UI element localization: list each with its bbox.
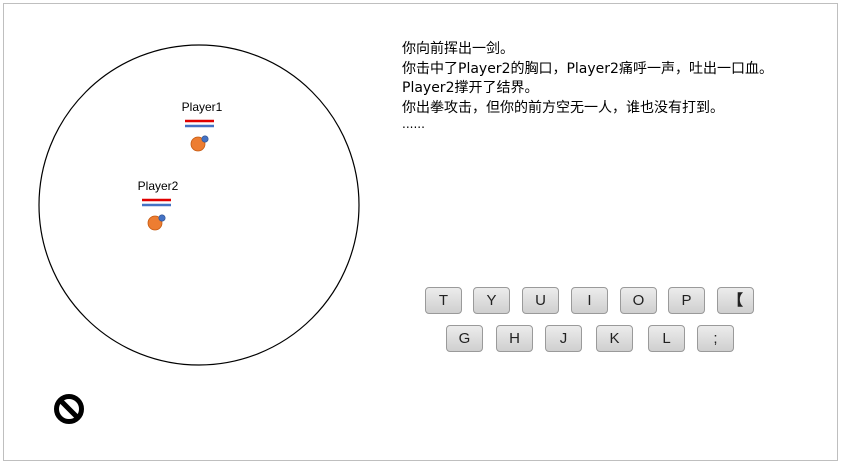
player-2-name: Player2 [138, 179, 179, 193]
key-l[interactable]: L [648, 325, 685, 352]
log-line: 你向前挥出一剑。 [402, 41, 514, 57]
log-line: 你出拳攻击，但你的前方空无一人，谁也没有打到。 [402, 99, 724, 116]
player-2[interactable]: Player2 [138, 179, 179, 231]
log-line: Player2撑开了结界。 [402, 80, 539, 96]
key-i[interactable]: I [571, 287, 608, 314]
key-h[interactable]: H [496, 325, 533, 352]
key-j[interactable]: J [545, 325, 582, 352]
no-entry-icon[interactable] [53, 393, 85, 425]
battle-log: 你向前挥出一剑。 你击中了Player2的胸口，Player2痛呼一声，吐出一口… [402, 40, 773, 130]
key-o[interactable]: O [620, 287, 657, 314]
player-1-weapon [201, 135, 209, 143]
key-y[interactable]: Y [473, 287, 510, 314]
key-semicolon[interactable]: ; [697, 325, 734, 352]
key-g[interactable]: G [446, 325, 483, 352]
arena-boundary [38, 44, 360, 366]
key-t[interactable]: T [425, 287, 462, 314]
player-1-name: Player1 [182, 100, 223, 114]
key-p[interactable]: P [668, 287, 705, 314]
player-2-weapon [158, 214, 166, 222]
key-k[interactable]: K [596, 325, 633, 352]
player-1[interactable]: Player1 [182, 100, 223, 152]
log-line: 你击中了Player2的胸口，Player2痛呼一声，吐出一口血。 [402, 60, 773, 77]
key-left-bracket[interactable]: 【 [717, 287, 754, 314]
key-u[interactable]: U [522, 287, 559, 314]
log-ellipsis: ...... [402, 117, 425, 131]
